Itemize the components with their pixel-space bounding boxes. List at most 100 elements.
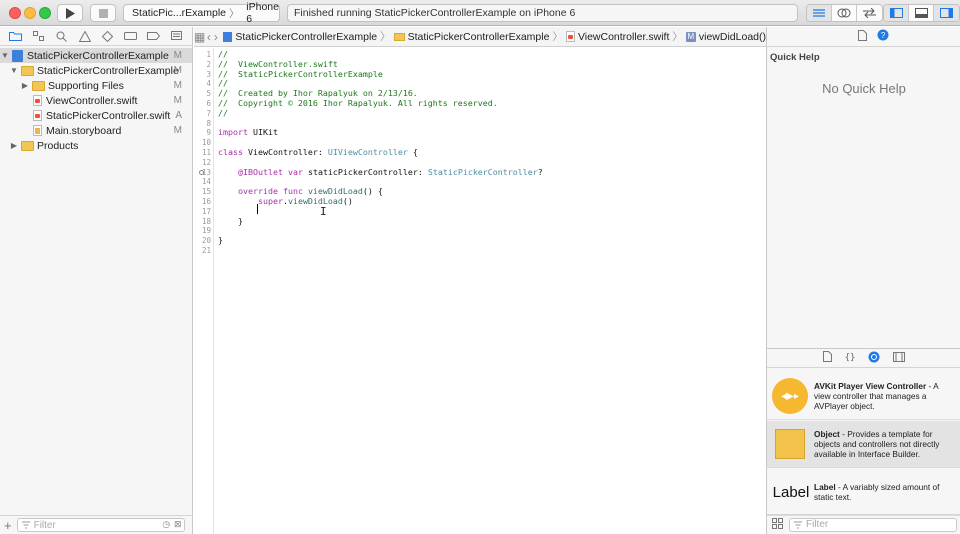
tree-item-supporting-files[interactable]: ▶ Supporting Files M — [0, 78, 192, 93]
code-line[interactable]: 19 — [202, 226, 543, 236]
stop-button[interactable] — [90, 4, 116, 22]
breadcrumb-project[interactable]: StaticPickerControllerExample — [223, 31, 377, 43]
swift-file-icon — [33, 95, 42, 106]
media-library-icon[interactable] — [893, 351, 906, 365]
code-line[interactable]: 11 class ViewController: UIViewController… — [202, 147, 543, 158]
view-toggle-selector — [883, 4, 960, 22]
toggle-debug-area-button[interactable] — [909, 5, 934, 21]
disclosure-open-icon[interactable]: ▼ — [9, 66, 19, 75]
filter-placeholder: Filter — [806, 519, 829, 530]
breadcrumb-file[interactable]: ViewController.swift — [565, 31, 669, 43]
object-library-icon[interactable] — [868, 351, 880, 366]
tree-item-products[interactable]: ▶ Products — [0, 138, 192, 153]
symbol-navigator-icon[interactable] — [27, 27, 50, 45]
run-button[interactable] — [57, 4, 83, 22]
code-snippet-icon[interactable]: {} — [845, 353, 856, 363]
activity-status: Finished running StaticPickerControllerE… — [294, 7, 576, 19]
stop-icon — [98, 8, 108, 18]
scm-filter-icon[interactable]: ⊠ — [174, 519, 182, 530]
project-icon — [223, 31, 233, 42]
library-item-name: AVKit Player View Controller — [814, 381, 927, 391]
folder-icon — [393, 32, 405, 41]
assistant-editor-button[interactable] — [832, 5, 857, 21]
library-item-object[interactable]: Object - Provides a template for objects… — [767, 421, 960, 468]
back-arrow-icon[interactable]: ‹ — [205, 30, 212, 44]
code-line[interactable]: 18 } — [202, 216, 543, 227]
filter-icon — [21, 521, 30, 529]
warning-icon[interactable] — [73, 27, 96, 45]
folder-icon[interactable] — [4, 27, 27, 45]
source-editor[interactable]: 1 // 2 // ViewController.swift 3 // StaticPic… — [194, 48, 766, 534]
recent-files-icon[interactable]: ◷ — [162, 519, 170, 530]
library-item-label[interactable]: Label Label - A variably sized amount of… — [767, 469, 960, 516]
search-icon[interactable] — [50, 27, 73, 45]
grid-view-icon[interactable] — [772, 517, 783, 532]
line-number: 21 — [201, 245, 211, 255]
disclosure-open-icon[interactable]: ▼ — [0, 51, 10, 60]
add-icon[interactable]: + — [4, 518, 12, 533]
test-diamond-icon[interactable] — [96, 27, 119, 45]
close-window-button[interactable] — [9, 7, 21, 19]
breadcrumb-label: StaticPickerControllerExample — [235, 30, 378, 43]
scm-status-badge: M — [173, 65, 182, 76]
breakpoint-icon[interactable] — [142, 27, 165, 45]
disclosure-closed-icon[interactable]: ▶ — [9, 141, 19, 150]
toggle-utilities-button[interactable] — [934, 5, 959, 21]
line-number: 8 — [206, 118, 211, 128]
standard-editor-button[interactable] — [807, 5, 832, 21]
code-text: // — [218, 107, 228, 118]
disclosure-closed-icon[interactable]: ▶ — [20, 81, 30, 90]
file-template-icon[interactable] — [822, 351, 832, 365]
tree-item-staticpickercontroller[interactable]: StaticPickerController.swift A — [0, 108, 192, 123]
code-area[interactable]: 1 // 2 // ViewController.swift 3 // StaticPic… — [199, 49, 543, 256]
play-icon — [66, 7, 75, 19]
tree-item-group[interactable]: ▼ StaticPickerControllerExample M — [0, 63, 192, 78]
code-line[interactable]: 6 // Copyright © 2016 Ihor Rapalyuk. All … — [206, 98, 543, 109]
quick-help-icon[interactable]: ? — [877, 29, 889, 44]
tree-item-label: StaticPickerController.swift — [46, 109, 171, 122]
forward-arrow-icon[interactable]: › — [212, 30, 219, 44]
library-item-text: Object - Provides a template for objects… — [814, 429, 960, 459]
tree-item-main-storyboard[interactable]: Main.storyboard M — [0, 123, 192, 138]
code-line[interactable]: 21 — [202, 246, 543, 256]
inspector-tabs: ? — [767, 27, 960, 47]
tree-item-viewcontroller[interactable]: ViewController.swift M — [0, 93, 192, 108]
debug-gauge-icon[interactable] — [119, 27, 142, 45]
xcode-app-icon — [129, 9, 130, 17]
navigator-filter-input[interactable]: Filter ◷ ⊠ — [16, 518, 185, 532]
version-editor-button[interactable] — [857, 5, 882, 21]
tree-item-label: StaticPickerControllerExample — [37, 64, 179, 77]
code-line[interactable]: 7 // — [206, 107, 543, 119]
library-filter-input[interactable]: Filter — [789, 517, 957, 532]
zoom-window-button[interactable] — [39, 7, 51, 19]
breadcrumb-group[interactable]: StaticPickerControllerExample — [393, 31, 549, 43]
code-line[interactable]: 20} — [202, 235, 543, 246]
code-line[interactable]: 3 // StaticPickerControllerExample — [206, 69, 543, 80]
code-line[interactable]: 9 import UIKit — [206, 127, 543, 138]
folder-icon — [21, 65, 34, 76]
venn-icon — [837, 8, 851, 18]
file-inspector-icon[interactable] — [858, 29, 867, 44]
minimize-window-button[interactable] — [24, 7, 36, 19]
line-number: 15 — [201, 187, 211, 197]
scheme-selector[interactable]: StaticPic...rExample 〉 iPhone 6 — [123, 1, 280, 25]
outlet-connection-icon[interactable] — [199, 169, 204, 175]
related-items-icon[interactable]: ▦ — [194, 30, 205, 44]
tree-item-project[interactable]: ▼ StaticPickerControllerExample M — [0, 48, 192, 63]
line-number: 5 — [206, 89, 211, 99]
breadcrumb-method[interactable]: M viewDidLoad() — [685, 31, 766, 43]
tree-item-label: Main.storyboard — [46, 124, 122, 137]
scheme-name: StaticPic...rExample — [132, 7, 226, 19]
code-line[interactable]: 16 super.viewDidLoad() — [202, 196, 543, 207]
scm-status-badge: M — [173, 95, 182, 106]
code-line[interactable]: 17 — [202, 207, 543, 217]
report-icon[interactable] — [165, 27, 188, 45]
toggle-navigator-button[interactable] — [884, 5, 909, 21]
tree-item-label: StaticPickerControllerExample — [27, 49, 169, 62]
code-text: // — [218, 78, 228, 89]
library-item-avkit[interactable]: ◂▶▸ AVKit Player View Controller - A vie… — [767, 373, 960, 420]
code-line[interactable]: 13 @IBOutlet var staticPickerController:… — [199, 167, 543, 178]
utilities-pane: ? Quick Help No Quick Help {} ◂▶▸ AVKit … — [766, 27, 960, 534]
line-number: 18 — [201, 216, 211, 226]
library-item-text: Label - A variably sized amount of stati… — [814, 482, 960, 502]
